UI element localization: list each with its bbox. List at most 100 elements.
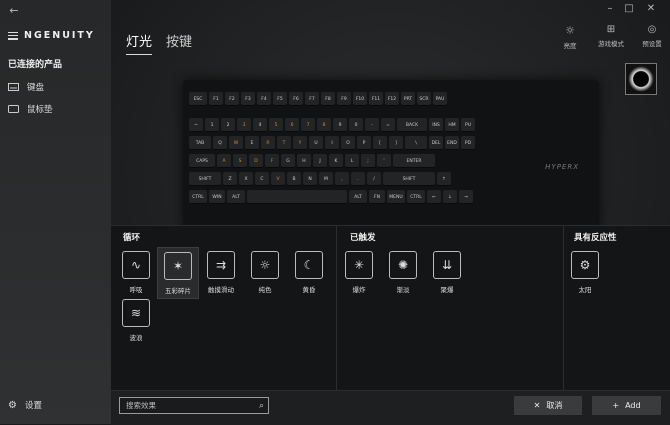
brightness-button[interactable]: ☼ 亮度	[550, 24, 590, 50]
keyboard-key[interactable]: PAU	[433, 92, 447, 106]
keyboard-key[interactable]: P	[357, 136, 371, 150]
keyboard-key[interactable]: ENTER	[393, 154, 435, 168]
keyboard-key[interactable]: 2	[221, 118, 235, 132]
keyboard-key[interactable]: PD	[461, 136, 475, 150]
keyboard-key[interactable]: J	[313, 154, 327, 168]
tab-keys[interactable]: 按键	[166, 31, 192, 55]
keyboard-key[interactable]: ,	[335, 172, 349, 186]
effect-sun-solid[interactable]: ☼ 纯色	[245, 247, 285, 297]
keyboard-key[interactable]: -	[365, 118, 379, 132]
keyboard-key[interactable]: T	[277, 136, 291, 150]
tab-lighting[interactable]: 灯光	[126, 31, 153, 55]
keyboard-key[interactable]: ←	[427, 190, 441, 204]
keyboard-key[interactable]: CTRL	[407, 190, 425, 204]
keyboard-key[interactable]: A	[217, 154, 231, 168]
keyboard-key[interactable]: F2	[225, 92, 239, 106]
keyboard-key[interactable]: F10	[353, 92, 367, 106]
keyboard-key[interactable]: /	[367, 172, 381, 186]
keyboard-key[interactable]: C	[255, 172, 269, 186]
keyboard-key[interactable]: Y	[293, 136, 307, 150]
sidebar-item-keyboard[interactable]: 键盘	[8, 81, 44, 93]
keyboard-key[interactable]: F11	[369, 92, 383, 106]
keyboard-key[interactable]: M	[319, 172, 333, 186]
effect-sun-gear[interactable]: ⚙ 太阳	[565, 247, 605, 297]
keyboard-key[interactable]: V	[271, 172, 285, 186]
preset-button[interactable]: ◎ 预设置	[632, 24, 670, 48]
keyboard-key[interactable]: CAPS	[189, 154, 215, 168]
effect-wave-sine[interactable]: ∿ 呼吸	[116, 247, 156, 297]
keyboard-key[interactable]: SCR	[417, 92, 431, 106]
keyboard-key[interactable]: CTRL	[189, 190, 207, 204]
keyboard-key[interactable]: TAB	[189, 136, 211, 150]
effect-explosion[interactable]: ✳ 爆炸	[339, 247, 379, 297]
search-input[interactable]	[124, 400, 248, 411]
keyboard-key[interactable]: PRT	[401, 92, 415, 106]
keyboard-key[interactable]: ↓	[443, 190, 457, 204]
keyboard-key[interactable]: F12	[385, 92, 399, 106]
keyboard-key[interactable]: R	[261, 136, 275, 150]
keyboard-key[interactable]: 1	[205, 118, 219, 132]
search-icon[interactable]: ⌕	[259, 401, 264, 411]
keyboard-key[interactable]: U	[309, 136, 323, 150]
keyboard-key[interactable]: ALT	[227, 190, 245, 204]
keyboard-key[interactable]: G	[281, 154, 295, 168]
keyboard-key[interactable]: 9	[333, 118, 347, 132]
keyboard-key[interactable]: D	[249, 154, 263, 168]
keyboard-key[interactable]: =	[381, 118, 395, 132]
keyboard-key[interactable]: INS	[429, 118, 443, 132]
keyboard-key[interactable]: O	[341, 136, 355, 150]
keyboard-key[interactable]: N	[303, 172, 317, 186]
keyboard-key[interactable]: 5	[269, 118, 283, 132]
settings-button[interactable]: ⚙ 设置	[8, 399, 42, 412]
keyboard-key[interactable]: 6	[285, 118, 299, 132]
keyboard-key[interactable]: HM	[445, 118, 459, 132]
keyboard-key[interactable]: [	[373, 136, 387, 150]
keyboard-key[interactable]: L	[345, 154, 359, 168]
keyboard-key[interactable]: ↑	[437, 172, 451, 186]
keyboard-key[interactable]: F1	[209, 92, 223, 106]
cancel-button[interactable]: ✕ 取消	[514, 396, 582, 415]
keyboard-key[interactable]: 7	[301, 118, 315, 132]
keyboard-key[interactable]: .	[351, 172, 365, 186]
keyboard-key[interactable]: Z	[223, 172, 237, 186]
sidebar-item-mousepad[interactable]: 鼠标垫	[8, 103, 53, 115]
effect-swipe[interactable]: ⇉ 触摸滑动	[201, 247, 241, 297]
keyboard-key[interactable]: F8	[321, 92, 335, 106]
keyboard-key[interactable]: B	[287, 172, 301, 186]
keyboard-key[interactable]: F	[265, 154, 279, 168]
keyboard-key[interactable]: END	[445, 136, 459, 150]
game-mode-button[interactable]: ⊞ 游戏模式	[591, 24, 631, 48]
keyboard-key[interactable]	[247, 190, 347, 204]
keyboard-key[interactable]: 3	[237, 118, 251, 132]
device-thumbnail[interactable]	[625, 63, 657, 95]
hamburger-menu-icon[interactable]	[8, 31, 18, 40]
close-icon[interactable]: ✕	[644, 2, 658, 16]
keyboard-key[interactable]: W	[229, 136, 243, 150]
keyboard-key[interactable]: FN	[369, 190, 385, 204]
keyboard-preview[interactable]: ESC F1 F2 F3 F4 F5 F6 F7 F8 F9 F10 F11 F12 PRT SCR PAU …	[183, 80, 599, 230]
keyboard-key[interactable]: BACK	[397, 118, 427, 132]
keyboard-key[interactable]: H	[297, 154, 311, 168]
keyboard-key[interactable]: F5	[273, 92, 287, 106]
keyboard-key[interactable]: MENU	[387, 190, 405, 204]
minimize-icon[interactable]: –	[603, 2, 617, 16]
keyboard-key[interactable]: 4	[253, 118, 267, 132]
keyboard-key[interactable]: F3	[241, 92, 255, 106]
effect-moon[interactable]: ☾ 黄昏	[289, 247, 329, 297]
keyboard-key[interactable]: ;	[361, 154, 375, 168]
keyboard-key[interactable]: SHIFT	[383, 172, 435, 186]
keyboard-key[interactable]: \	[405, 136, 427, 150]
effect-wave[interactable]: ≋ 波浪	[116, 295, 156, 345]
keyboard-key[interactable]: SHIFT	[189, 172, 221, 186]
keyboard-key[interactable]: →	[459, 190, 473, 204]
keyboard-key[interactable]: K	[329, 154, 343, 168]
effect-implode[interactable]: ⇊ 聚爆	[427, 247, 467, 297]
keyboard-key[interactable]: '	[377, 154, 391, 168]
keyboard-key[interactable]: F9	[337, 92, 351, 106]
keyboard-key[interactable]: I	[325, 136, 339, 150]
keyboard-key[interactable]: ALT	[349, 190, 367, 204]
search-box[interactable]: ⌕	[119, 397, 269, 414]
keyboard-key[interactable]: F7	[305, 92, 319, 106]
keyboard-key[interactable]: S	[233, 154, 247, 168]
keyboard-key[interactable]: 8	[317, 118, 331, 132]
